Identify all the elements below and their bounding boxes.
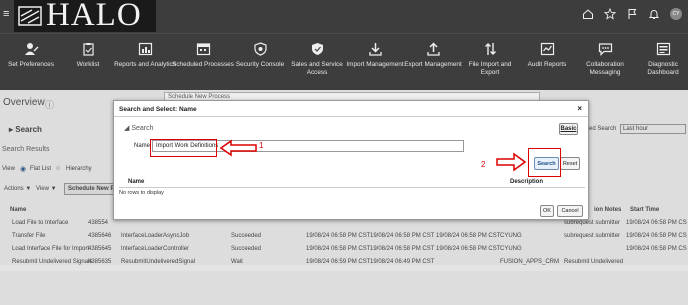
nav-worklist[interactable]: Worklist <box>57 42 119 69</box>
nav-label: Scheduled Processes <box>172 61 234 68</box>
nav-collaboration-messaging[interactable]: Collaboration Messaging <box>574 42 636 76</box>
nav-label: Security Console <box>235 61 285 68</box>
download-icon <box>368 43 382 56</box>
user-avatar[interactable]: CY <box>670 8 682 20</box>
close-icon[interactable]: × <box>577 104 582 113</box>
nav-label: Worklist <box>76 61 100 68</box>
nav-label: File Import and Export <box>468 61 512 76</box>
nav-label: Sales and Service Access <box>291 61 343 76</box>
chat-icon <box>598 43 612 56</box>
nav-label: Diagnostic Dashboard <box>647 61 679 76</box>
col-header-description: Description <box>510 179 544 185</box>
home-icon[interactable] <box>582 8 594 20</box>
nav-scheduled-processes[interactable]: Scheduled Processes <box>172 42 234 69</box>
no-rows-message: No rows to display <box>119 190 164 196</box>
basic-button-label: Basic <box>560 126 577 132</box>
dialog-title: Search and Select: Name <box>119 106 197 113</box>
nav-label: Reports and Analytics <box>114 61 176 68</box>
basic-button[interactable]: Basic <box>559 123 578 135</box>
nav-audit-reports[interactable]: Audit Reports <box>516 42 578 69</box>
nav-export-management[interactable]: Export Management <box>402 42 464 69</box>
audit-icon <box>540 42 554 56</box>
nav-label: Import Management <box>346 61 404 68</box>
annotation-arrow-left-icon <box>219 139 257 157</box>
top-bar: ≡ HALO CY <box>0 0 688 33</box>
ok-button[interactable]: OK <box>540 205 554 217</box>
shield-check-icon <box>311 43 323 55</box>
nav-reports-analytics[interactable]: Reports and Analytics <box>114 42 176 69</box>
springboard-nav: Set Preferences Worklist Reports and Ana… <box>0 33 688 90</box>
nav-label: Collaboration Messaging <box>586 61 624 76</box>
annotation-step-2: 2 <box>481 160 486 169</box>
logo-text: HALO <box>46 0 142 33</box>
nav-diagnostic-dashboard[interactable]: Diagnostic Dashboard <box>632 42 688 76</box>
divider <box>114 116 588 117</box>
nav-security-console[interactable]: Security Console <box>229 42 291 69</box>
nav-label: Export Management <box>404 61 462 68</box>
reset-button[interactable]: Reset <box>560 157 580 170</box>
annotation-highlight-search-button <box>528 148 561 177</box>
col-header-name: Name <box>128 179 145 185</box>
nav-set-preferences[interactable]: Set Preferences <box>0 42 62 69</box>
search-section-label: Search <box>131 125 154 132</box>
nav-label: Set Preferences <box>8 61 54 68</box>
star-icon[interactable] <box>604 8 616 20</box>
nav-label: Audit Reports <box>527 61 567 68</box>
nav-sales-service-access[interactable]: Sales and Service Access <box>286 42 348 76</box>
nav-import-management[interactable]: Import Management <box>344 42 406 69</box>
upload-icon <box>426 42 440 56</box>
transfer-icon <box>484 43 496 55</box>
calendar-icon <box>196 43 210 56</box>
annotation-step-1: 1 <box>259 141 264 150</box>
logo-emblem-icon <box>18 6 42 26</box>
user-edit-icon <box>24 43 38 55</box>
cancel-button[interactable]: Cancel <box>557 205 583 217</box>
search-section-toggle[interactable]: ◢ Search <box>124 124 154 132</box>
annotation-highlight-name-field <box>150 139 217 157</box>
horizontal-scrollbar[interactable] <box>0 265 688 271</box>
divider <box>119 187 585 188</box>
nav-file-import-export[interactable]: File Import and Export <box>459 42 521 76</box>
flag-icon[interactable] <box>626 8 638 20</box>
bell-icon[interactable] <box>648 8 660 20</box>
name-label: Name <box>134 143 151 149</box>
hamburger-menu-icon[interactable]: ≡ <box>3 8 9 20</box>
halo-logo[interactable]: HALO <box>14 0 156 33</box>
annotation-arrow-right-icon <box>496 152 526 172</box>
report-icon <box>138 42 152 56</box>
clipboard-icon <box>82 43 94 56</box>
dashboard-icon <box>656 42 670 56</box>
shield-icon <box>253 42 267 56</box>
